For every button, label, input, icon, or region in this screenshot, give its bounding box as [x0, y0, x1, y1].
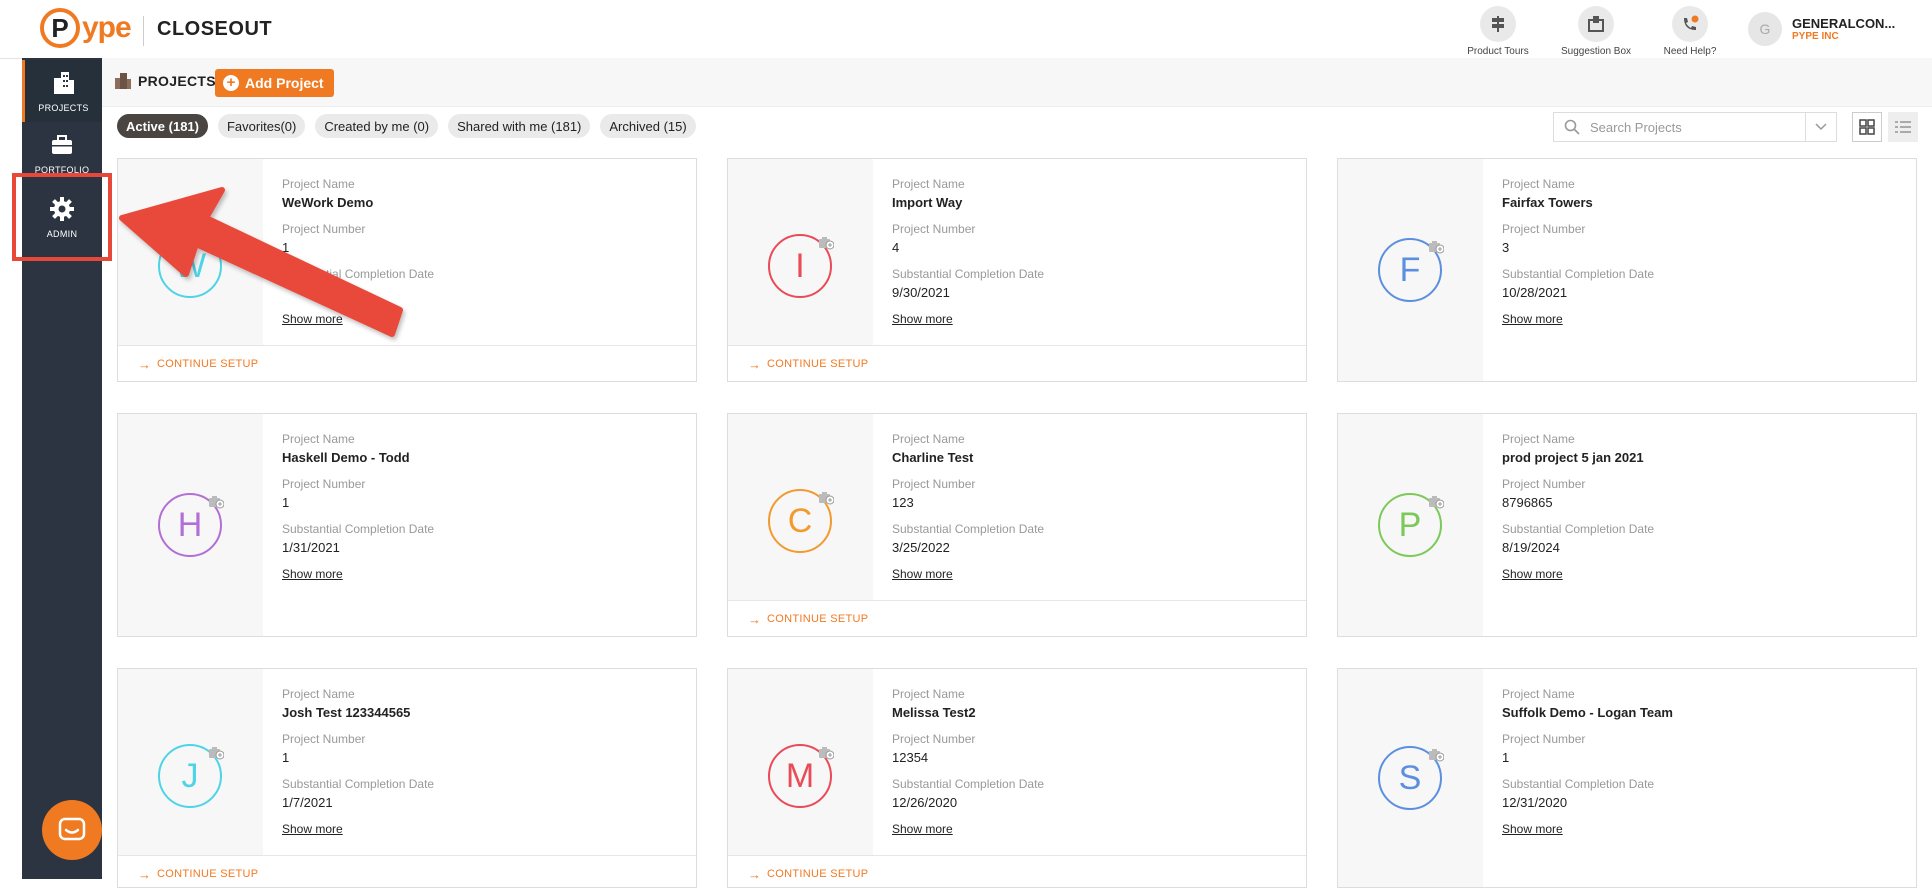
pointer-arrow-icon — [119, 187, 403, 337]
